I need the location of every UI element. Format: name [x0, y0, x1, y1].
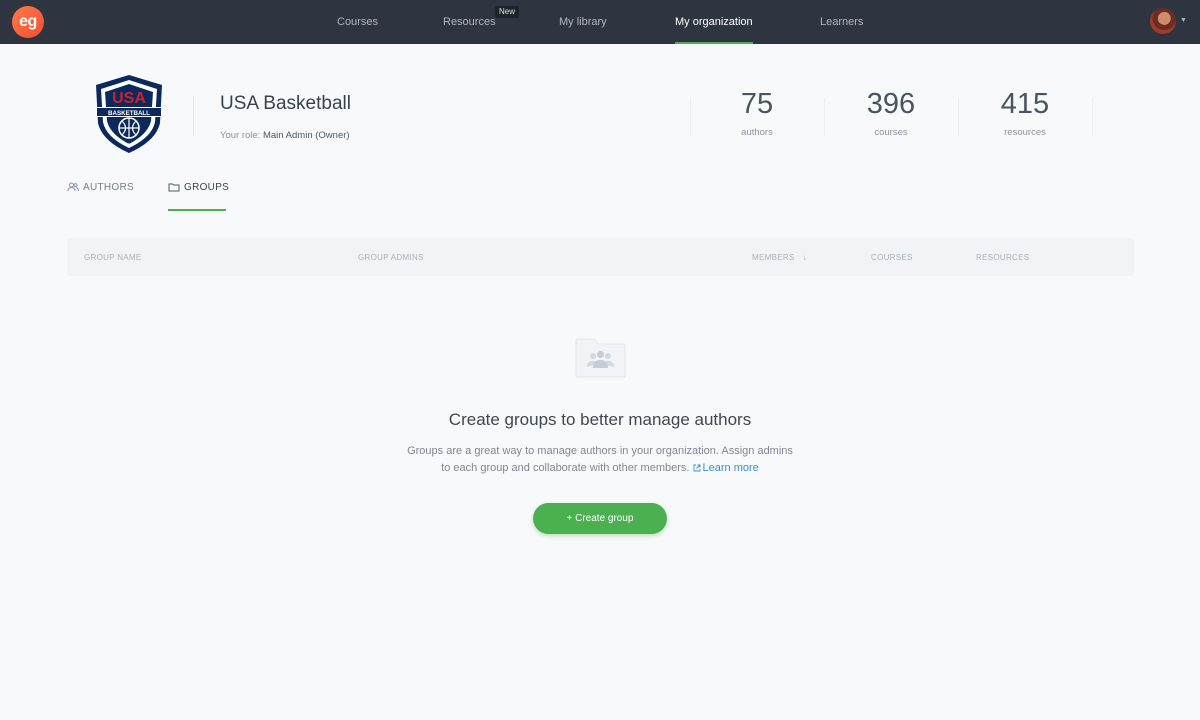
col-resources[interactable]: RESOURCES [976, 253, 1029, 262]
tab-authors-label: AUTHORS [83, 182, 134, 193]
app-logo[interactable]: eg [12, 6, 44, 38]
col-courses[interactable]: COURSES [871, 253, 913, 262]
folder-users-icon [575, 338, 626, 378]
nav-learners[interactable]: Learners [820, 0, 863, 44]
empty-state-title: Create groups to better manage authors [448, 410, 752, 429]
stat-courses-value: 396 [866, 88, 916, 120]
role-line: Your role: Main Admin (Owner) [220, 130, 350, 141]
top-nav-bar: eg Courses Resources New My library My o… [0, 0, 1200, 44]
role-label: Your role: [220, 130, 261, 141]
stat-resources-label: resources [1004, 127, 1046, 138]
tab-authors[interactable]: AUTHORS [67, 182, 134, 212]
stat-authors-label: authors [741, 127, 773, 138]
stat-courses-label: courses [874, 127, 908, 138]
tab-groups-label: GROUPS [184, 182, 230, 193]
tab-active-indicator [168, 209, 226, 211]
stat-resources: 415 resources [958, 88, 1092, 138]
stat-authors: 75 authors [690, 88, 824, 138]
new-badge: New [495, 6, 520, 18]
stat-authors-value: 75 [740, 88, 774, 120]
nav-my-library[interactable]: My library [559, 0, 607, 44]
org-logo: USA BASKETBALL ★ [96, 75, 162, 153]
empty-state-description: Groups are a great way to manage authors… [380, 443, 820, 477]
col-members[interactable]: MEMBERS ↓ [752, 253, 807, 262]
nav-my-organization[interactable]: My organization [675, 0, 753, 44]
org-divider [193, 96, 194, 136]
stat-divider [1092, 98, 1093, 136]
nav-courses[interactable]: Courses [337, 0, 378, 44]
learn-more-link[interactable]: Learn more [693, 462, 759, 474]
stat-courses: 396 courses [824, 88, 958, 138]
users-icon [67, 182, 79, 192]
empty-state-desc-line1: Groups are a great way to manage authors… [407, 445, 793, 457]
org-logo-top-text: USA [112, 90, 146, 107]
folder-icon [168, 183, 180, 192]
col-group-admins[interactable]: GROUP ADMINS [358, 253, 424, 262]
create-group-button[interactable]: + Create group [533, 503, 667, 534]
org-logo-band-text: BASKETBALL [108, 110, 150, 117]
tab-groups[interactable]: GROUPS [168, 182, 229, 212]
chevron-down-icon[interactable]: ▼ [1180, 17, 1187, 24]
groups-table-header: GROUP NAME GROUP ADMINS MEMBERS ↓ COURSES… [67, 238, 1134, 276]
svg-text:★: ★ [126, 142, 131, 149]
external-link-icon [693, 464, 700, 472]
user-avatar[interactable] [1150, 8, 1176, 34]
learn-more-label: Learn more [702, 462, 759, 474]
stat-resources-value: 415 [1000, 88, 1050, 120]
role-value: Main Admin (Owner) [262, 130, 350, 141]
org-name: USA Basketball [220, 93, 351, 114]
nav-resources[interactable]: Resources [443, 0, 496, 44]
col-members-label: MEMBERS [752, 253, 795, 262]
arrow-down-icon[interactable]: ↓ [803, 253, 807, 262]
empty-state-desc-line2: to each group and collaborate with other… [441, 462, 690, 474]
col-group-name[interactable]: GROUP NAME [84, 253, 142, 262]
